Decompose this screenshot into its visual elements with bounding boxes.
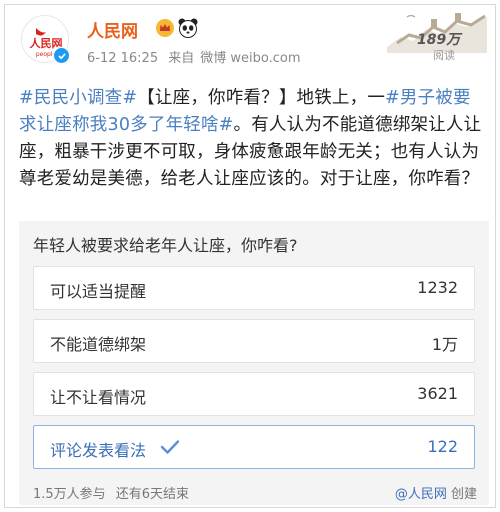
- poll-option-label: 可以适当提醒: [50, 282, 147, 301]
- poll-option[interactable]: 不能道德绑架 1万: [33, 319, 475, 363]
- poll-footer: 1.5万人参与 还有6天结束: [33, 483, 199, 502]
- poll-creator: @人民网 创建: [395, 483, 477, 502]
- verified-icon: [53, 47, 70, 64]
- weibo-post-card: 人民网 people 人民网 6-12 16:25 来自 微博 weibo.co…: [4, 4, 496, 508]
- poll-option-count: 1万: [431, 335, 458, 354]
- poll-option-selected[interactable]: 评论发表看法 122: [33, 425, 475, 469]
- poll-option-label: 评论发表看法: [50, 441, 147, 460]
- panda-badge-icon[interactable]: [177, 17, 199, 43]
- poll-option-label: 让不让看情况: [50, 388, 147, 407]
- post-meta: 6-12 16:25 来自 微博 weibo.com: [87, 47, 307, 66]
- post-source[interactable]: 微博 weibo.com: [200, 51, 300, 66]
- poll-creator-name[interactable]: 人民网: [408, 487, 447, 502]
- poll-card: 年轻人被要求给老年人让座，你咋看? 可以适当提醒 1232 不能道德绑架 1万 …: [19, 221, 489, 505]
- poll-option-label: 不能道德绑架: [50, 335, 147, 354]
- poll-creator-suffix: 创建: [450, 487, 477, 502]
- poll-question: 年轻人被要求给老年人让座，你咋看?: [33, 236, 298, 255]
- poll-option-count: 3621: [417, 384, 458, 403]
- post-header: 人民网 people 人民网 6-12 16:25 来自 微博 weibo.co…: [5, 5, 497, 73]
- post-text: #民民小调查#【让座，你咋看？】地铁上，一#男子被要求让座称我30多了年轻啥#。…: [19, 85, 487, 193]
- account-name[interactable]: 人民网: [87, 17, 138, 42]
- poll-option[interactable]: 可以适当提醒 1232: [33, 266, 475, 310]
- poll-option[interactable]: 让不让看情况 3621: [33, 372, 475, 416]
- read-count: 189万: [417, 32, 461, 48]
- poll-creator-at: @: [394, 487, 408, 502]
- poll-option-count: 122: [427, 437, 458, 456]
- post-text-part1: 【让座，你咋看？】地铁上，一: [137, 88, 386, 108]
- post-time: 6-12 16:25: [87, 51, 159, 66]
- poll-participants: 1.5万人参与: [33, 487, 106, 502]
- poll-remaining: 还有6天结束: [115, 487, 189, 502]
- hashtag-survey[interactable]: #民民小调查#: [19, 88, 137, 108]
- crown-badge-icon[interactable]: [155, 18, 175, 42]
- source-prefix: 来自: [168, 51, 195, 66]
- check-icon: [160, 440, 180, 454]
- read-label: 阅读: [433, 49, 455, 62]
- poll-option-count: 1232: [417, 278, 458, 297]
